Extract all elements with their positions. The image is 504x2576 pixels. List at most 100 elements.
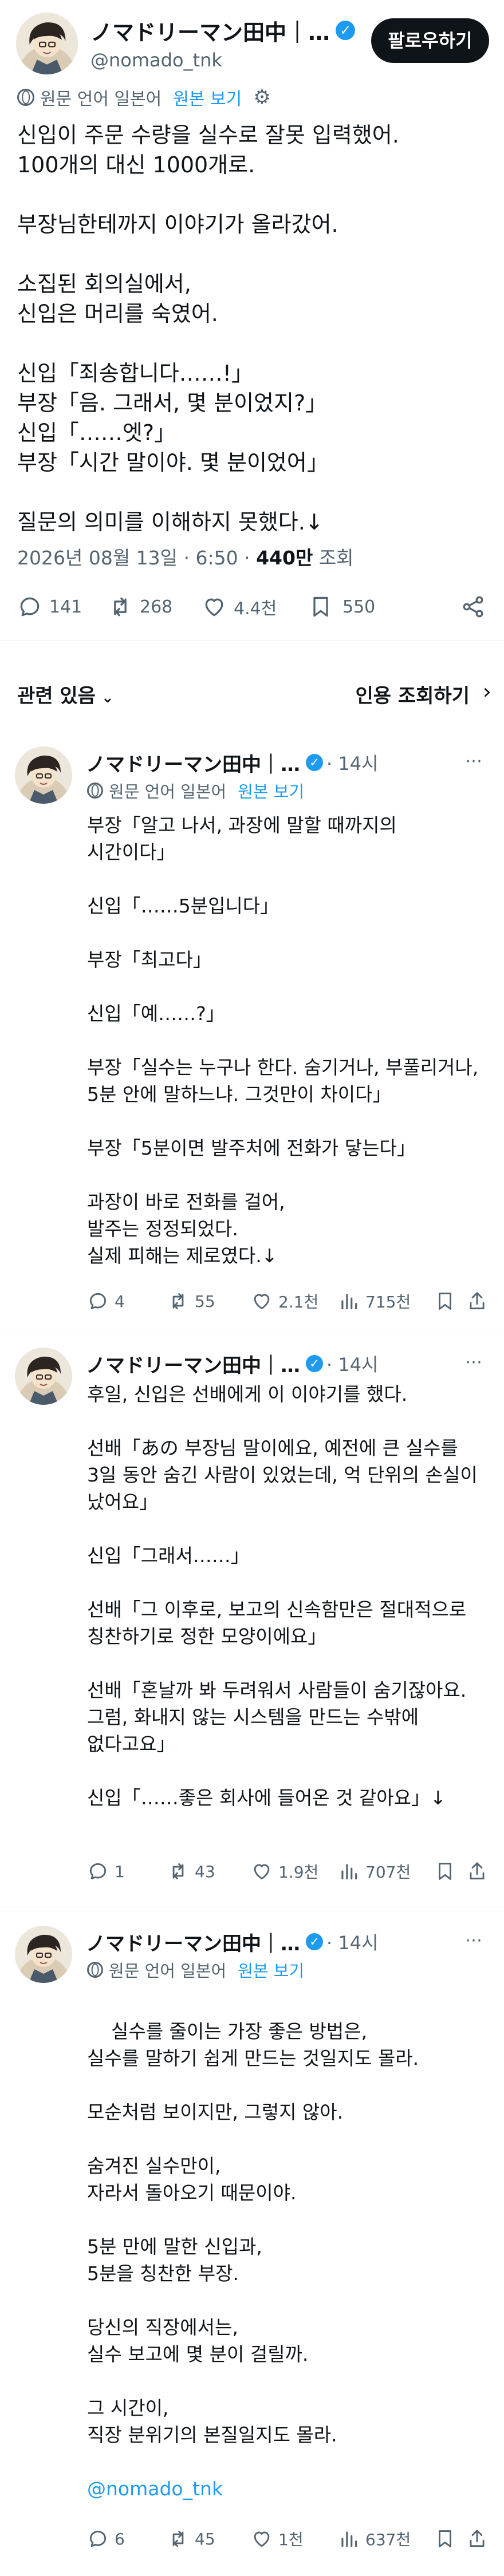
views-button[interactable]: 637천 <box>338 2527 411 2550</box>
author-handle[interactable]: @nomado_tnk <box>90 49 222 71</box>
author-name[interactable]: ノマドリーマン田中｜… <box>86 1350 300 1378</box>
reply-count: 6 <box>115 2529 125 2549</box>
view-quotes-link[interactable]: 인용 조회하기 <box>355 680 470 708</box>
follow-button[interactable]: 팔로우하기 <box>371 18 489 63</box>
heart-icon <box>202 594 227 619</box>
verified-badge-icon <box>306 1933 323 1950</box>
translation-notice: 원문 언어 일본어 원본 보기 <box>87 1959 304 1981</box>
translation-label: 원문 언어 일본어 <box>40 89 162 109</box>
post-time[interactable]: · 14시 <box>326 1350 379 1377</box>
reply-post[interactable]: ノマドリーマン田中｜… · 14시 ⋯ 후일, 신입은 선배에게 이 이야기를 … <box>0 1340 504 1906</box>
like-button[interactable]: 2.1천 <box>251 1290 318 1313</box>
reply-button[interactable]: 1 <box>87 1860 125 1882</box>
avatar-image <box>16 13 78 74</box>
post-time[interactable]: · 14시 <box>326 749 379 776</box>
repost-count: 268 <box>140 596 173 617</box>
reply-icon <box>87 2528 109 2550</box>
post-date[interactable]: 2026년 08월 13일 · 6:50 · <box>17 547 256 569</box>
like-button[interactable]: 1천 <box>251 2527 304 2550</box>
author-handle-link[interactable]: @nomado_tnk <box>87 2475 488 2502</box>
bookmark-button[interactable] <box>434 2528 456 2550</box>
share-button[interactable] <box>466 1290 488 1312</box>
author-name-row[interactable]: ノマドリーマン田中｜… · 14시 <box>86 749 379 777</box>
reply-button[interactable]: 6 <box>87 2528 125 2550</box>
globe-icon <box>87 1962 103 1978</box>
post-body: 부장「알고 나서, 과장에 말할 때까지의 시간이다」 신입「……5분입니다」 … <box>87 814 479 1267</box>
bookmark-button[interactable] <box>434 1860 456 1882</box>
verified-badge-icon <box>306 754 323 771</box>
avatar-image <box>15 1348 72 1405</box>
divider <box>0 640 504 641</box>
repost-button[interactable]: 43 <box>167 1860 215 1882</box>
more-menu-icon[interactable]: ⋯ <box>465 1930 483 1950</box>
post-time[interactable]: · 14시 <box>326 1929 379 1955</box>
heart-icon <box>251 1290 273 1312</box>
heart-icon <box>251 2528 273 2550</box>
action-bar: 141 268 4.4천 550 <box>17 590 493 624</box>
views-count: 637천 <box>365 2530 411 2549</box>
repost-button[interactable]: 55 <box>167 1290 215 1312</box>
repost-button[interactable]: 45 <box>167 2528 215 2550</box>
reply-post[interactable]: ノマドリーマン田中｜… · 14시 ⋯ 원문 언어 일본어 원본 보기 실수를 … <box>0 1918 504 2576</box>
author-avatar[interactable] <box>15 1926 72 1983</box>
action-bar: 1 43 1.9천 707천 <box>87 1857 488 1886</box>
more-menu-icon[interactable]: ⋯ <box>465 1352 483 1372</box>
action-bar: 6 45 1천 637천 <box>87 2524 488 2553</box>
bookmark-icon <box>434 2528 456 2550</box>
show-original-link[interactable]: 원본 보기 <box>173 85 242 110</box>
show-original-link[interactable]: 원본 보기 <box>238 1958 304 1982</box>
bookmark-icon <box>434 1290 456 1312</box>
author-name[interactable]: ノマドリーマン田中｜… <box>86 749 300 777</box>
avatar-image <box>15 1926 72 1983</box>
bookmark-button[interactable]: 550 <box>308 594 375 619</box>
reply-button[interactable]: 4 <box>87 1290 125 1312</box>
author-avatar[interactable] <box>16 13 78 74</box>
like-count: 4.4천 <box>234 599 277 619</box>
author-name-row[interactable]: ノマドリーマン田中｜… · 14시 <box>86 1350 379 1378</box>
post-text: 실수를 줄이는 가장 좋은 방법은, 실수를 말하기 쉽게 만드는 것일지도 몰… <box>87 2020 419 2446</box>
reply-icon <box>87 1290 109 1312</box>
share-button[interactable] <box>460 594 486 619</box>
related-sort-selector[interactable]: 관련 있음 ⌄ <box>17 680 114 708</box>
gear-icon[interactable]: ⚙ <box>253 86 270 109</box>
chevron-right-icon[interactable]: › <box>483 679 491 704</box>
share-button[interactable] <box>466 2528 488 2550</box>
related-sort-label: 관련 있음 <box>17 685 96 708</box>
views-button[interactable]: 707천 <box>338 1860 411 1883</box>
post-body: 실수를 줄이는 가장 좋은 방법은, 실수를 말하기 쉽게 만드는 것일지도 몰… <box>87 1991 488 2556</box>
author-avatar[interactable] <box>15 746 72 804</box>
views-icon <box>338 2528 360 2550</box>
translation-label: 원문 언어 일본어 <box>109 782 227 801</box>
like-button[interactable]: 1.9천 <box>251 1860 318 1883</box>
view-count-suffix: 조회 <box>313 547 354 569</box>
share-icon <box>466 1860 488 1882</box>
reply-button[interactable]: 141 <box>17 594 82 619</box>
reply-post[interactable]: ノマドリーマン田中｜… · 14시 ⋯ 원문 언어 일본어 원본 보기 부장「알… <box>0 738 504 1328</box>
translation-notice: 원문 언어 일본어 원본 보기 ⚙ <box>17 86 271 109</box>
share-icon <box>466 2528 488 2550</box>
like-button[interactable]: 4.4천 <box>202 594 277 619</box>
author-name-row[interactable]: ノマドリーマン田中｜… · 14시 <box>86 1928 379 1956</box>
like-count: 2.1천 <box>278 1293 319 1311</box>
views-button[interactable]: 715천 <box>338 1290 411 1313</box>
author-name[interactable]: ノマドリーマン田中｜… <box>86 1928 300 1956</box>
bookmark-button[interactable] <box>434 1290 456 1312</box>
post-body: 후일, 신입은 선배에게 이 이야기를 했다. 선배「あの 부장님 말이에요, … <box>87 1383 478 1809</box>
show-original-link[interactable]: 원본 보기 <box>238 779 304 803</box>
bookmark-count: 550 <box>342 596 376 617</box>
bookmark-icon <box>434 1860 456 1882</box>
verified-badge-icon <box>306 1355 323 1372</box>
heart-icon <box>251 1860 273 1882</box>
views-icon <box>338 1860 360 1882</box>
author-avatar[interactable] <box>15 1348 72 1405</box>
repost-button[interactable]: 268 <box>108 594 172 619</box>
repost-icon <box>108 594 133 619</box>
author-name[interactable]: ノマドリーマン田中｜… <box>90 15 330 46</box>
more-menu-icon[interactable]: ⋯ <box>465 751 483 771</box>
repost-icon <box>167 1860 189 1882</box>
action-bar: 4 55 2.1천 715천 <box>87 1287 488 1315</box>
share-button[interactable] <box>466 1860 488 1882</box>
author-name-row[interactable]: ノマドリーマン田中｜… <box>90 16 377 45</box>
share-icon <box>466 1290 488 1312</box>
avatar-image <box>15 746 72 804</box>
